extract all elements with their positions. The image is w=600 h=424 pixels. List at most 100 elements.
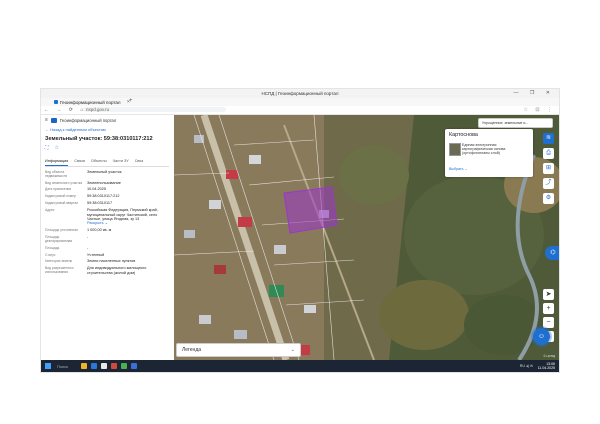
attribute-label: Площадь [45, 245, 60, 250]
attribute-value: 10.04.2025 [87, 187, 107, 192]
attribute-label: Вид земельного участка [45, 180, 83, 185]
measure-icon[interactable]: ⊞ [543, 163, 554, 174]
pinned-apps [81, 363, 137, 369]
taskbar-clock[interactable]: 13:06 11.04.2025 [538, 362, 555, 370]
attribute-row: Площадь - [45, 246, 171, 250]
map-attribution: © НСПД [543, 354, 555, 358]
word-icon[interactable] [131, 363, 137, 369]
attribute-list: Вид объекта недвижимости Земельный участо… [45, 170, 171, 278]
object-info-panel: ≡ Геоинформационный портал ← Назад к най… [41, 115, 175, 360]
browser-tab[interactable]: Геоинформационный портал ✕ [51, 99, 133, 105]
zoom-out-button[interactable]: − [543, 317, 554, 328]
map-tools: ≋ ⎙ ⊞ ⤴ ⚙ [543, 133, 554, 204]
cartography-popup: Картоснова Единая электронная картографи… [445, 129, 533, 177]
address-bar-row: ← → ⟳ ⌂ nspd.gov.ru ☆ ⊡ ⋮ [41, 106, 559, 115]
orthophoto-thumbnail[interactable] [449, 143, 461, 156]
print-icon[interactable]: ⎙ [543, 148, 554, 159]
attribute-label: Дата присвоения [45, 187, 72, 192]
portal-logo-icon [50, 117, 57, 123]
attribute-row: Вид разрешенного использования Для индиви… [45, 266, 171, 275]
chevron-down-icon: ⌄ [290, 347, 295, 353]
tab-label: Геоинформационный портал [60, 99, 121, 105]
cartography-description: Единая электронная картографическая осно… [462, 143, 506, 155]
attribute-value: 1 000,00 кв. м [87, 228, 112, 233]
layers-icon[interactable]: ≋ [543, 133, 554, 144]
portal-name: Геоинформационный портал [59, 117, 117, 123]
attribute-value: Земли населенных пунктов [87, 259, 136, 264]
windows-start-icon[interactable] [45, 363, 51, 369]
attribute-row: Кадастровый квартал 59:38:0310117 [45, 201, 171, 205]
menu-icon[interactable]: ≡ [45, 117, 48, 123]
attribute-label: Кадастровый квартал [45, 201, 79, 206]
file-explorer-icon[interactable] [81, 363, 87, 369]
legend-label: Легенда [182, 347, 202, 353]
navigation-buttons[interactable]: ← → ⟳ ⌂ [44, 107, 86, 113]
side-panel-toggle-icon[interactable]: ⌬ [545, 246, 559, 260]
support-chat-icon[interactable]: ☺ [533, 328, 550, 345]
attribute-label: Кадастровый номер [45, 194, 76, 199]
info-tabs: Информация Связи Объекты Части ЗУ Связ [45, 158, 169, 167]
tab-objects[interactable]: Объекты [91, 158, 107, 166]
system-tray[interactable]: RU ◂) ✉ [520, 364, 533, 368]
settings-icon[interactable]: ⚙ [543, 193, 554, 204]
site-favicon-icon [54, 100, 58, 104]
window-controls[interactable]: — ❐ ✕ [514, 90, 555, 96]
attribute-row: Вид объекта недвижимости Земельный участо… [45, 170, 171, 178]
attribute-row: Площадь декларированная - [45, 235, 171, 243]
edge-icon[interactable] [91, 363, 97, 369]
tab-information[interactable]: Информация [45, 158, 69, 166]
attribute-row: Площадь уточненная 1 000,00 кв. м [45, 228, 171, 232]
attribute-label: Адрес [45, 208, 55, 213]
map-view[interactable]: Упрощенное: земельные и... Картоснова Ед… [174, 115, 559, 360]
window-title: НСПД | Геоинформационный портал [261, 91, 339, 96]
app-icon[interactable] [111, 363, 117, 369]
attribute-value: Земельный участок [87, 170, 122, 174]
attribute-row: Статус Учтенный [45, 253, 171, 257]
object-title: Земельный участок: 59:38:0310117:212 [45, 136, 153, 142]
portal-brand: ≡ Геоинформационный портал [45, 117, 116, 123]
url-input[interactable]: nspd.gov.ru [83, 107, 226, 112]
share-icon[interactable]: ⤴ [543, 178, 554, 189]
back-to-results-link[interactable]: ← Назад к найденным объектам [45, 127, 106, 132]
attribute-label: Площадь декларированная [45, 235, 73, 244]
zoom-in-button[interactable]: + [543, 303, 554, 314]
attribute-value: Российская Федерация, Пермский край, мун… [87, 208, 171, 226]
attribute-row: Кадастровый номер 59:38:0310117:212 [45, 194, 171, 198]
legend-dropdown[interactable]: Легенда ⌄ [176, 343, 301, 357]
attribute-label: Категория земель [45, 259, 73, 264]
highlighted-parcel [283, 186, 338, 234]
locate-icon[interactable]: ➤ [543, 289, 554, 300]
attribute-label: Площадь уточненная [45, 228, 78, 233]
attribute-label: Вид разрешенного использования [45, 266, 74, 275]
attribute-value: 59:38:0310117 [87, 201, 113, 206]
cartography-heading: Картоснова [449, 132, 478, 138]
attribute-row: Категория земель Земли населенных пунктов [45, 259, 171, 263]
tab-more[interactable]: Связ [135, 158, 144, 166]
tab-links[interactable]: Связи [74, 158, 85, 166]
attribute-value: - [87, 245, 89, 250]
taskbar-search[interactable]: Поиск [57, 364, 68, 369]
attribute-value: Для индивидуального жилищного строительс… [87, 266, 147, 275]
store-icon[interactable] [101, 363, 107, 369]
attribute-row: Вид земельного участка Землепользование [45, 181, 171, 185]
attribute-value: 59:38:0310117:212 [87, 194, 120, 199]
clock-date: 11.04.2025 [537, 366, 555, 370]
attribute-value: Землепользование [87, 180, 121, 185]
new-tab-button[interactable]: + [129, 98, 133, 104]
attribute-value: - [87, 235, 89, 240]
favorite-icon[interactable]: ☆ [55, 145, 59, 151]
object-actions: ⛶ ☆ [45, 145, 59, 151]
attribute-value: Учтенный [87, 252, 105, 257]
address-text: Российская Федерация, Пермский край, мун… [87, 208, 158, 221]
attribute-label: Статус [45, 252, 56, 257]
basemap-layer-select[interactable]: Упрощенное: земельные и... [478, 118, 553, 128]
attribute-label: Вид объекта недвижимости [45, 170, 68, 178]
browser-tools[interactable]: ☆ ⊡ ⋮ [524, 107, 555, 113]
attribute-row: Дата присвоения 10.04.2025 [45, 187, 171, 191]
select-basemap-link[interactable]: Выбрать ⌄ [449, 167, 468, 171]
expand-address-link[interactable]: Раскрыть ⌄ [87, 221, 108, 225]
show-on-map-icon[interactable]: ⛶ [45, 145, 49, 151]
chrome-icon[interactable] [121, 363, 127, 369]
attribute-row: Адрес Российская Федерация, Пермский край… [45, 208, 171, 226]
tab-parts[interactable]: Части ЗУ [113, 158, 129, 166]
